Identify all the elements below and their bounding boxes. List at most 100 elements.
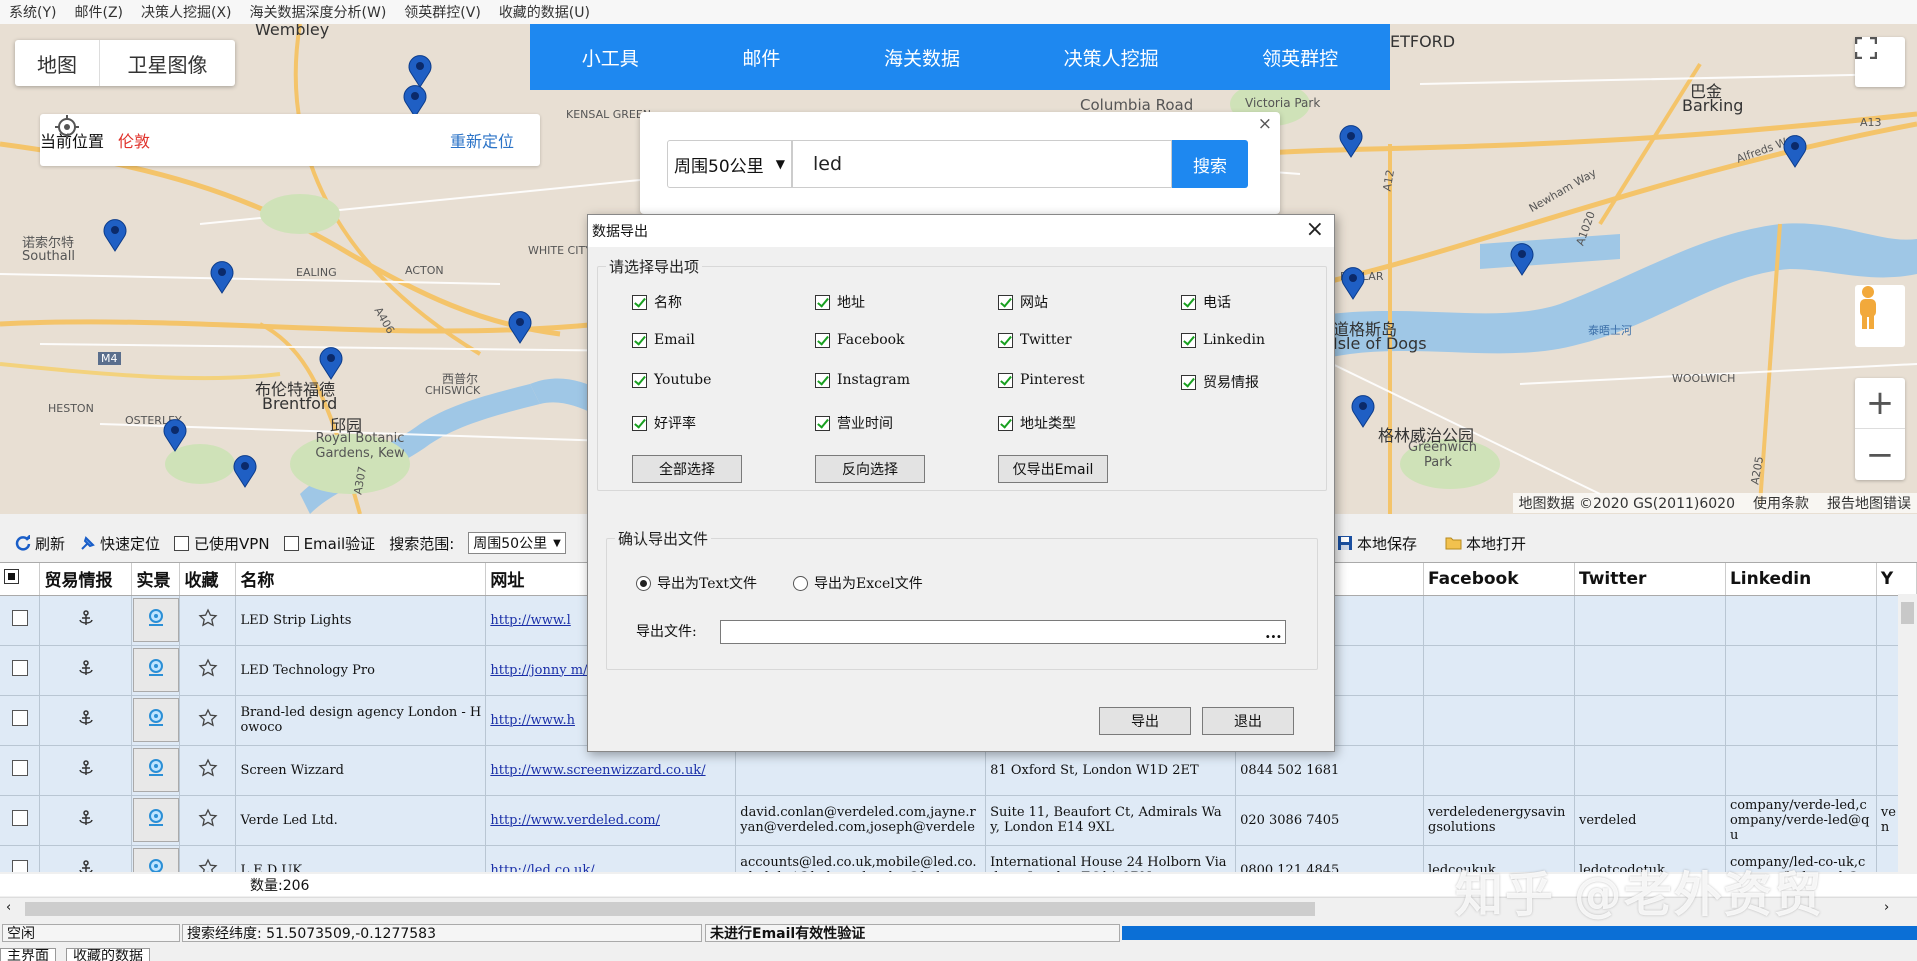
export-option-checkbox[interactable]: [632, 294, 647, 310]
menu-decision-maker[interactable]: 决策人挖掘(X): [132, 2, 241, 22]
export-option[interactable]: Youtube: [632, 372, 711, 388]
map-pin[interactable]: [232, 454, 258, 488]
row-select-cell[interactable]: [0, 795, 41, 846]
radio-text-option[interactable]: 导出为Text文件: [636, 573, 757, 593]
export-button[interactable]: 导出: [1099, 707, 1191, 735]
fullscreen-button[interactable]: [1855, 37, 1905, 87]
live-view-cell[interactable]: [131, 795, 181, 846]
live-view-button[interactable]: [132, 748, 179, 792]
row-checkbox[interactable]: [11, 710, 28, 726]
select-all-checkbox[interactable]: [4, 568, 19, 584]
col-live-view[interactable]: 实景: [131, 563, 181, 596]
zoom-out-button[interactable]: −: [1855, 429, 1905, 480]
export-option-checkbox[interactable]: [1181, 294, 1196, 310]
url-link[interactable]: http://www.h: [490, 713, 575, 728]
map-pin[interactable]: [318, 346, 344, 380]
scroll-left-icon[interactable]: ‹: [6, 900, 11, 915]
live-view-cell[interactable]: [131, 845, 181, 872]
row-checkbox[interactable]: [11, 860, 28, 872]
menu-customs-analysis[interactable]: 海关数据深度分析(W): [241, 2, 396, 22]
live-view-button[interactable]: [132, 798, 179, 842]
quick-locate-button[interactable]: 快速定位: [79, 533, 160, 554]
cell-url[interactable]: http://led.co.uk/: [485, 845, 737, 873]
radio-text[interactable]: [636, 575, 651, 591]
export-option-checkbox[interactable]: [815, 415, 830, 431]
report-error-link[interactable]: 报告地图错误: [1827, 493, 1911, 513]
relocate-link[interactable]: 重新定位: [450, 128, 514, 152]
map-pin[interactable]: [1782, 134, 1808, 168]
export-option-checkbox[interactable]: [998, 332, 1013, 348]
url-link[interactable]: http://led.co.uk/: [490, 863, 594, 873]
trade-info-cell[interactable]: [39, 645, 133, 696]
export-option[interactable]: Pinterest: [998, 372, 1085, 388]
map-pin[interactable]: [162, 418, 188, 452]
row-select-cell[interactable]: [0, 645, 41, 696]
export-option-checkbox[interactable]: [1181, 332, 1196, 348]
map-type-satellite[interactable]: 卫星图像: [100, 40, 235, 86]
terms-link[interactable]: 使用条款: [1753, 493, 1809, 513]
nav-customs[interactable]: 海关数据: [884, 44, 960, 71]
star-icon[interactable]: [198, 758, 218, 782]
export-option-checkbox[interactable]: [815, 332, 830, 348]
export-option[interactable]: 地址类型: [998, 413, 1076, 433]
cell-url[interactable]: http://www.screenwizzard.co.uk/: [485, 745, 737, 796]
scroll-right-icon[interactable]: ›: [1884, 900, 1889, 915]
export-option[interactable]: Twitter: [998, 332, 1072, 348]
map-pin[interactable]: [1340, 266, 1366, 300]
anchor-icon[interactable]: [78, 610, 94, 630]
export-option-checkbox[interactable]: [815, 294, 830, 310]
export-option[interactable]: 地址: [815, 292, 865, 312]
star-icon[interactable]: [198, 858, 218, 872]
row-checkbox[interactable]: [11, 610, 28, 626]
export-option[interactable]: 网站: [998, 292, 1048, 312]
anchor-icon[interactable]: [78, 860, 94, 872]
map-pin[interactable]: [1350, 394, 1376, 428]
trade-info-cell[interactable]: [39, 845, 133, 872]
search-input[interactable]: led: [792, 140, 1172, 188]
favorite-cell[interactable]: [179, 595, 237, 646]
anchor-icon[interactable]: [78, 660, 94, 680]
radio-excel-option[interactable]: 导出为Excel文件: [793, 573, 923, 593]
row-select-cell[interactable]: [0, 845, 41, 872]
exit-button[interactable]: 退出: [1202, 707, 1294, 735]
email-verify-check-box[interactable]: [283, 535, 299, 551]
vpn-check-box[interactable]: [174, 535, 190, 551]
invert-selection-button[interactable]: 反向选择: [815, 455, 925, 483]
map-pin[interactable]: [1509, 242, 1535, 276]
anchor-icon[interactable]: [78, 760, 94, 780]
row-checkbox[interactable]: [11, 810, 28, 826]
live-view-cell[interactable]: [131, 695, 181, 746]
browse-button[interactable]: ...: [1265, 623, 1285, 642]
scroll-thumb[interactable]: [25, 902, 1315, 916]
radio-excel[interactable]: [793, 575, 808, 591]
range-select[interactable]: 周围50公里 ▼: [667, 140, 792, 188]
star-icon[interactable]: [198, 608, 218, 632]
live-view-button[interactable]: [132, 598, 179, 642]
tab-main[interactable]: 主界面: [0, 948, 56, 961]
trade-info-cell[interactable]: [39, 595, 133, 646]
toolbar-range-select[interactable]: 周围50公里 ▼: [468, 532, 566, 554]
row-checkbox[interactable]: [11, 760, 28, 776]
map-pin[interactable]: [402, 84, 428, 118]
export-option-checkbox[interactable]: [815, 372, 830, 388]
star-icon[interactable]: [198, 808, 218, 832]
map-pin[interactable]: [102, 218, 128, 252]
export-option-checkbox[interactable]: [998, 415, 1013, 431]
map-type-map[interactable]: 地图: [15, 40, 100, 86]
nav-tools[interactable]: 小工具: [582, 44, 639, 71]
url-link[interactable]: http://www.verdeled.com/: [490, 813, 660, 828]
export-option[interactable]: Linkedin: [1181, 332, 1265, 348]
row-select-cell[interactable]: [0, 595, 41, 646]
export-option[interactable]: 营业时间: [815, 413, 893, 433]
col-linkedin[interactable]: Linkedin: [1725, 563, 1877, 596]
export-option[interactable]: 名称: [632, 292, 682, 312]
menu-mail[interactable]: 邮件(Z): [65, 2, 132, 22]
select-all-header[interactable]: [0, 563, 41, 596]
favorite-cell[interactable]: [179, 645, 237, 696]
col-favorite[interactable]: 收藏: [179, 563, 237, 596]
cell-url[interactable]: http://www.verdeled.com/: [485, 795, 737, 846]
menu-favorites[interactable]: 收藏的数据(U): [490, 2, 599, 22]
export-email-only-button[interactable]: 仅导出Email: [998, 455, 1108, 483]
live-view-cell[interactable]: [131, 645, 181, 696]
close-icon[interactable]: ×: [1306, 217, 1324, 242]
